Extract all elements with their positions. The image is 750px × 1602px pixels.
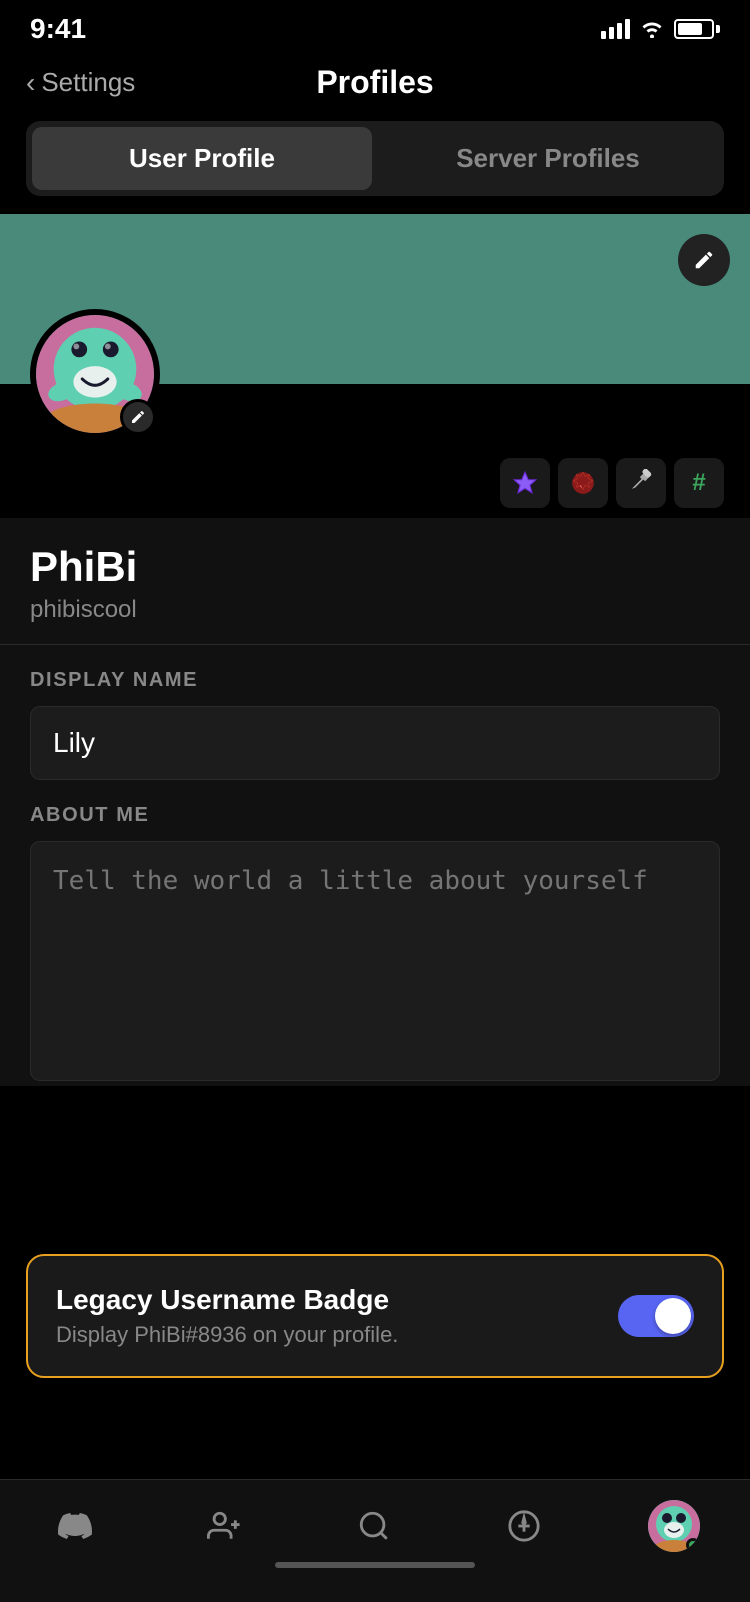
nav-header: ‹ Settings Profiles [0, 54, 750, 121]
verified-badge [558, 458, 608, 508]
nav-item-search[interactable] [349, 1501, 399, 1551]
bottom-nav [0, 1479, 750, 1602]
display-name-label: DISPLAY NAME [30, 669, 720, 692]
legacy-badge-title: Legacy Username Badge [56, 1284, 598, 1316]
toggle-knob [655, 1298, 691, 1334]
legacy-badge-card: Legacy Username Badge Display PhiBi#8936… [26, 1254, 724, 1378]
back-button[interactable]: ‹ Settings [26, 67, 135, 99]
compass-icon [499, 1501, 549, 1551]
about-me-textarea[interactable] [30, 841, 720, 1081]
hammer-badge [616, 458, 666, 508]
nav-item-profile[interactable] [648, 1500, 700, 1552]
status-bar: 9:41 [0, 0, 750, 54]
profile-banner [0, 214, 750, 384]
page-title: Profiles [316, 64, 433, 101]
tab-server-profiles[interactable]: Server Profiles [378, 127, 718, 190]
tab-user-profile[interactable]: User Profile [32, 127, 372, 190]
nav-item-mentions[interactable] [499, 1501, 549, 1551]
legacy-badge-subtitle: Display PhiBi#8936 on your profile. [56, 1322, 598, 1348]
back-label: Settings [41, 67, 135, 98]
tab-selector: User Profile Server Profiles [26, 121, 724, 196]
status-icons [601, 19, 720, 39]
edit-avatar-button[interactable] [120, 399, 156, 435]
friends-icon [199, 1501, 249, 1551]
profile-display-name: PhiBi [30, 544, 720, 590]
profile-username: phibiscool [30, 596, 720, 624]
status-time: 9:41 [30, 13, 86, 45]
display-name-field-group: DISPLAY NAME [30, 645, 720, 780]
form-section: DISPLAY NAME ABOUT ME [0, 645, 750, 1086]
back-chevron-icon: ‹ [26, 67, 35, 99]
display-name-input[interactable] [30, 706, 720, 780]
nav-item-friends[interactable] [199, 1501, 249, 1551]
wifi-icon [640, 20, 664, 38]
about-me-field-group: ABOUT ME [30, 780, 720, 1086]
server-badge: # [674, 458, 724, 508]
edit-avatar-icon [130, 409, 146, 425]
legacy-badge-toggle[interactable] [618, 1295, 694, 1337]
signal-bars-icon [601, 19, 630, 39]
nav-item-home[interactable] [50, 1501, 100, 1551]
home-indicator [275, 1562, 475, 1568]
badges-row: # [0, 444, 750, 518]
nitro-badge [500, 458, 550, 508]
edit-banner-button[interactable] [678, 234, 730, 286]
profile-avatar-icon [648, 1500, 700, 1552]
avatar-container [30, 309, 160, 439]
about-me-label: ABOUT ME [30, 804, 720, 827]
search-icon [349, 1501, 399, 1551]
profile-card: PhiBi phibiscool [0, 518, 750, 645]
pencil-icon [693, 249, 715, 271]
discord-icon [50, 1501, 100, 1551]
battery-icon [674, 19, 720, 39]
